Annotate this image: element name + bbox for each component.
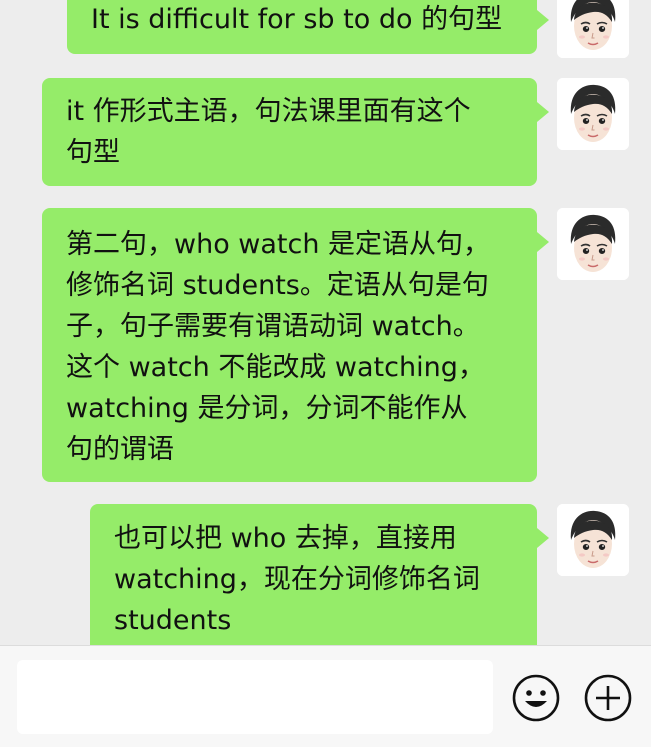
message-line: 修饰名词 students。定语从句是句 xyxy=(66,270,489,301)
message-line: 也可以把 who 去掉，直接用 xyxy=(114,523,457,554)
avatar-icon[interactable] xyxy=(557,0,629,58)
emoji-icon[interactable] xyxy=(510,672,562,724)
avatar-icon[interactable] xyxy=(557,504,629,576)
message-line: it 作形式主语，句法课里面有这个 xyxy=(66,96,471,127)
message-line: watching，现在分词修饰名词 xyxy=(114,564,480,595)
chat-history[interactable]: It is difficult for sb to do 的句型 it 作形式主… xyxy=(0,0,651,645)
avatar-icon[interactable] xyxy=(557,78,629,150)
message-line: students xyxy=(114,605,232,636)
message-bubble[interactable]: 也可以把 who 去掉，直接用 watching，现在分词修饰名词 studen… xyxy=(90,504,549,645)
message-input-bar xyxy=(0,645,651,747)
message-line: 子，句子需要有谓语动词 watch。 xyxy=(66,311,480,342)
message-bubble[interactable]: 第二句，who watch 是定语从句， 修饰名词 students。定语从句是… xyxy=(42,208,549,482)
message-line: It is difficult for sb to do 的句型 xyxy=(91,4,503,35)
message-line: 句型 xyxy=(66,137,120,168)
message-line: 这个 watch 不能改成 watching， xyxy=(66,352,485,383)
message-line: 第二句，who watch 是定语从句， xyxy=(66,229,491,260)
message-line: watching 是分词，分词不能作从 xyxy=(66,393,468,424)
message-bubble[interactable]: it 作形式主语，句法课里面有这个 句型 xyxy=(42,78,549,186)
avatar-icon[interactable] xyxy=(557,208,629,280)
message-line: 句的谓语 xyxy=(66,434,174,465)
plus-icon[interactable] xyxy=(582,672,634,724)
message-input[interactable] xyxy=(17,660,493,734)
message-bubble[interactable]: It is difficult for sb to do 的句型 xyxy=(67,0,549,54)
